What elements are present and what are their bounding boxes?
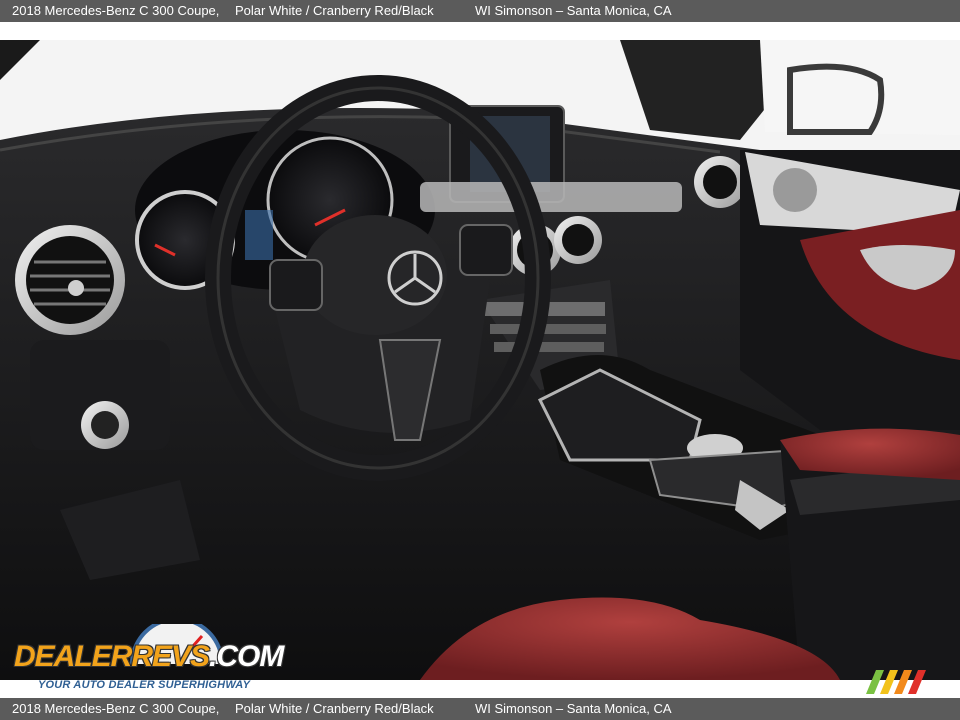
caption-title: 2018 Mercedes-Benz C 300 Coupe, — [12, 701, 220, 716]
headlight-switch — [30, 340, 170, 450]
left-air-vent — [15, 225, 125, 335]
interior-photo — [0, 40, 960, 680]
caption-dealer: WI Simonson – Santa Monica, CA — [475, 701, 672, 716]
logo-brand: DEALERREVS.COM — [14, 640, 284, 673]
right-air-vent — [694, 156, 746, 208]
dealerrevs-watermark: DEALERREVS.COM YOUR AUTO DEALER SUPERHIG… — [10, 624, 284, 694]
door-panel — [740, 150, 960, 430]
caption-dealer: WI Simonson – Santa Monica, CA — [475, 3, 672, 18]
caption-title: 2018 Mercedes-Benz C 300 Coupe, — [12, 3, 220, 18]
stripes-logo-icon — [866, 670, 926, 694]
caption-bar-bottom: 2018 Mercedes-Benz C 300 Coupe, Polar Wh… — [0, 698, 960, 720]
caption-color: Polar White / Cranberry Red/Black — [235, 701, 434, 716]
caption-bar-top: 2018 Mercedes-Benz C 300 Coupe, Polar Wh… — [0, 0, 960, 22]
caption-color: Polar White / Cranberry Red/Black — [235, 3, 434, 18]
logo-tagline: YOUR AUTO DEALER SUPERHIGHWAY — [38, 679, 251, 691]
